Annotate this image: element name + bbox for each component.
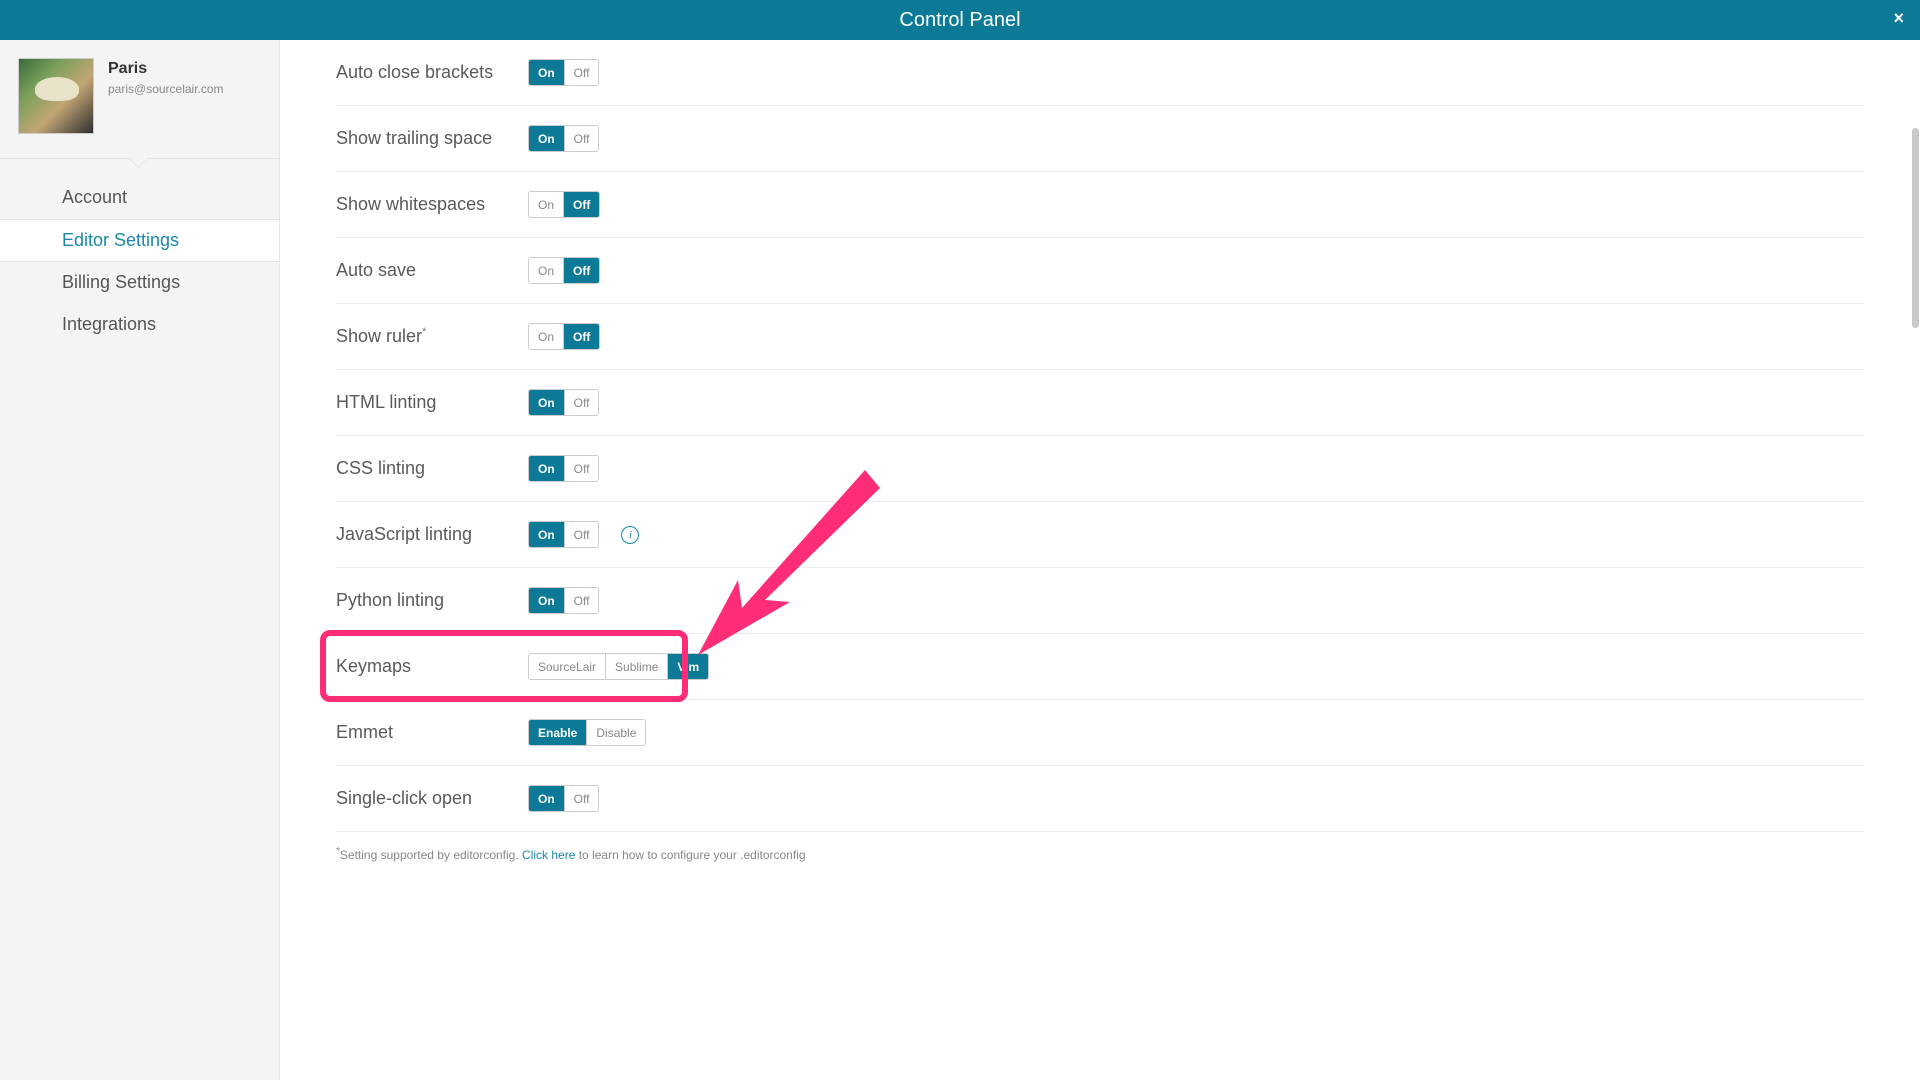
profile-block: Paris paris@sourcelair.com <box>0 40 279 159</box>
toggle-off[interactable]: Off <box>565 588 599 613</box>
toggle-emmet: Enable Disable <box>528 719 646 746</box>
toggle-python-linting: On Off <box>528 587 599 614</box>
toggle-show-trailing-space: On Off <box>528 125 599 152</box>
setting-single-click-open: Single-click open On Off <box>336 766 1864 832</box>
setting-label: Show whitespaces <box>336 194 528 215</box>
setting-label: Show ruler* <box>336 326 528 347</box>
toggle-css-linting: On Off <box>528 455 599 482</box>
toggle-on[interactable]: On <box>529 786 565 811</box>
setting-auto-close-brackets: Auto close brackets On Off <box>336 40 1864 106</box>
sidebar-item-label: Editor Settings <box>62 230 179 250</box>
profile-name: Paris <box>108 60 224 78</box>
page-title: Control Panel <box>899 9 1020 32</box>
setting-label: JavaScript linting <box>336 524 528 545</box>
toggle-off[interactable]: Off <box>565 786 599 811</box>
sidebar-item-label: Account <box>62 187 127 207</box>
toggle-single-click-open: On Off <box>528 785 599 812</box>
footnote-suffix: to learn how to configure your .editorco… <box>575 848 805 862</box>
toggle-off[interactable]: Off <box>565 60 599 85</box>
toggle-show-ruler: On Off <box>528 323 600 350</box>
setting-label: CSS linting <box>336 458 528 479</box>
toggle-off[interactable]: Off <box>565 126 599 151</box>
keymap-option-vim[interactable]: Vim <box>668 654 708 679</box>
avatar <box>18 58 94 134</box>
main-content: Auto close brackets On Off Show trailing… <box>280 40 1920 1080</box>
sidebar-item-billing-settings[interactable]: Billing Settings <box>0 262 279 304</box>
toggle-auto-save: On Off <box>528 257 600 284</box>
toggle-off[interactable]: Off <box>565 456 599 481</box>
toggle-javascript-linting: On Off <box>528 521 599 548</box>
setting-css-linting: CSS linting On Off <box>336 436 1864 502</box>
setting-show-trailing-space: Show trailing space On Off <box>336 106 1864 172</box>
setting-emmet: Emmet Enable Disable <box>336 700 1864 766</box>
toggle-auto-close-brackets: On Off <box>528 59 599 86</box>
setting-label: Single-click open <box>336 788 528 809</box>
toggle-html-linting: On Off <box>528 389 599 416</box>
sidebar-item-label: Billing Settings <box>62 272 180 292</box>
toggle-keymaps: SourceLair Sublime Vim <box>528 653 709 680</box>
emmet-option-enable[interactable]: Enable <box>529 720 587 745</box>
setting-label: Auto close brackets <box>336 62 528 83</box>
setting-html-linting: HTML linting On Off <box>336 370 1864 436</box>
setting-label: Auto save <box>336 260 528 281</box>
toggle-off[interactable]: Off <box>564 258 599 283</box>
toggle-off[interactable]: Off <box>564 324 599 349</box>
setting-javascript-linting: JavaScript linting On Off i <box>336 502 1864 568</box>
toggle-on[interactable]: On <box>529 390 565 415</box>
setting-show-ruler: Show ruler* On Off <box>336 304 1864 370</box>
footnote-marker-icon: * <box>422 326 426 338</box>
toggle-on[interactable]: On <box>529 258 564 283</box>
setting-label: Python linting <box>336 590 528 611</box>
close-icon[interactable]: × <box>1893 8 1904 29</box>
setting-keymaps: Keymaps SourceLair Sublime Vim <box>336 634 1864 700</box>
toggle-on[interactable]: On <box>529 522 565 547</box>
toggle-on[interactable]: On <box>529 60 565 85</box>
setting-python-linting: Python linting On Off <box>336 568 1864 634</box>
sidebar-item-label: Integrations <box>62 314 156 334</box>
toggle-off[interactable]: Off <box>565 522 599 547</box>
toggle-on[interactable]: On <box>529 126 565 151</box>
setting-label: HTML linting <box>336 392 528 413</box>
setting-label: Keymaps <box>336 656 528 677</box>
footnote-link[interactable]: Click here <box>522 848 575 862</box>
setting-label: Show trailing space <box>336 128 528 149</box>
sidebar-item-integrations[interactable]: Integrations <box>0 304 279 346</box>
header-bar: Control Panel × <box>0 0 1920 40</box>
info-icon[interactable]: i <box>621 526 639 544</box>
sidebar-nav: Account Editor Settings Billing Settings… <box>0 159 279 346</box>
toggle-on[interactable]: On <box>529 588 565 613</box>
sidebar-item-account[interactable]: Account <box>0 177 279 219</box>
toggle-show-whitespaces: On Off <box>528 191 600 218</box>
toggle-off[interactable]: Off <box>565 390 599 415</box>
emmet-option-disable[interactable]: Disable <box>587 720 645 745</box>
profile-email: paris@sourcelair.com <box>108 82 224 96</box>
toggle-off[interactable]: Off <box>564 192 599 217</box>
sidebar: Paris paris@sourcelair.com Account Edito… <box>0 40 280 1080</box>
setting-auto-save: Auto save On Off <box>336 238 1864 304</box>
keymap-option-sourcelair[interactable]: SourceLair <box>529 654 606 679</box>
scrollbar-thumb[interactable] <box>1912 128 1919 328</box>
sidebar-item-editor-settings[interactable]: Editor Settings <box>0 219 279 262</box>
keymap-option-sublime[interactable]: Sublime <box>606 654 668 679</box>
footnote-prefix: Setting supported by editorconfig. <box>340 848 522 862</box>
setting-show-whitespaces: Show whitespaces On Off <box>336 172 1864 238</box>
setting-label: Emmet <box>336 722 528 743</box>
toggle-on[interactable]: On <box>529 192 564 217</box>
toggle-on[interactable]: On <box>529 324 564 349</box>
footnote: *Setting supported by editorconfig. Clic… <box>336 832 1864 882</box>
toggle-on[interactable]: On <box>529 456 565 481</box>
sidebar-pointer-icon <box>128 157 148 167</box>
